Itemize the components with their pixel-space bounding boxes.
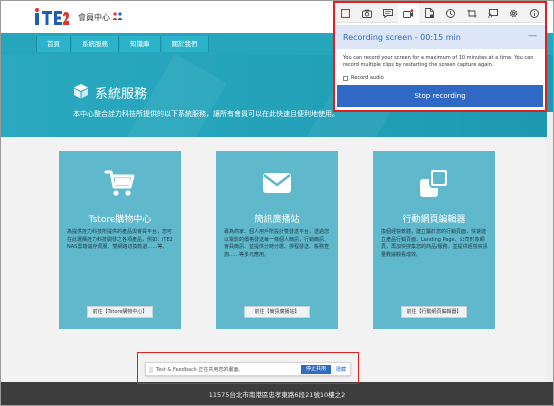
record-audio-checkbox[interactable]: Record audio: [343, 75, 384, 81]
checkbox-box[interactable]: [343, 75, 348, 81]
clock-icon[interactable]: [440, 3, 461, 23]
document-icon[interactable]: [419, 3, 440, 23]
stop-sharing-button[interactable]: 停止共用: [301, 365, 331, 374]
recording-status: Recording screen - 00:15 min: [343, 33, 461, 42]
nav-home[interactable]: 首頁: [36, 36, 71, 52]
site-footer: 11575台北市南港區忠孝東路6段21號10樓之2: [1, 382, 553, 405]
go-web-editor-button[interactable]: 前往【行動網頁編輯器】: [401, 306, 467, 318]
recorder-header: Recording screen - 00:15 min —: [335, 25, 545, 49]
minimize-button[interactable]: —: [528, 31, 537, 41]
recording-separator: -: [412, 33, 421, 42]
video-record-icon[interactable]: [398, 3, 419, 23]
page-title: 系統服務: [95, 87, 148, 102]
card-title: 行動網頁編輯器: [402, 215, 466, 225]
camera-icon[interactable]: [356, 3, 377, 23]
envelope-icon: [263, 173, 291, 193]
screen-share-bar: Test & Feedback 正在共用您的畫面。 停止共用 隱藏: [145, 362, 351, 376]
member-center-label: 會員中心: [78, 13, 110, 22]
footer-address: 11575台北市南港區忠孝東路6段21號10樓之2: [208, 391, 346, 399]
hide-button[interactable]: 隱藏: [336, 366, 346, 373]
recorder-toolbar: [335, 3, 545, 23]
people-icon: [112, 12, 123, 20]
card-title: Tstore購物中心: [88, 215, 152, 225]
go-tstore-button[interactable]: 前往【Tstore購物中心】: [87, 306, 153, 318]
stop-square-icon[interactable]: [335, 3, 356, 23]
cast-icon[interactable]: [482, 3, 503, 23]
recording-timer: 00:15 min: [420, 33, 461, 42]
comment-icon[interactable]: [377, 3, 398, 23]
card-description: 為提供詮力科技所提供的產品與會員平台，您可在此選購詮力科技開發之各項產品，例如：…: [67, 229, 173, 250]
page-subtitle: 本中心整合詮力科技所提供的以下系統服務，讓所有會員可以在此快速且便利地使用。: [73, 110, 339, 118]
info-icon[interactable]: [524, 3, 545, 23]
nav-knowledge-base[interactable]: 知識庫: [120, 36, 161, 52]
cube-icon: [74, 84, 88, 99]
service-card-sms: 簡訊廣播站 專為商家、個人用戶所設計雙發送平台，透過您以電影的價格發送每一條個人…: [216, 151, 338, 329]
go-sms-button[interactable]: 前往【簡訊廣播站】: [244, 306, 310, 318]
recording-title: Recording screen: [343, 33, 413, 42]
card-title: 簡訊廣播站: [254, 215, 300, 225]
recorder-panel: Recording screen - 00:15 min — You can r…: [335, 3, 545, 110]
service-card-web-editor: 行動網頁編輯器 換個經營軟體，建立屬於您的行銷頁面，快速建立產品行銷頁面、Lan…: [373, 151, 495, 329]
scrollbar[interactable]: [547, 112, 553, 382]
shopping-cart-icon: [104, 170, 135, 196]
drag-handle-icon[interactable]: [149, 367, 153, 373]
stop-recording-button[interactable]: Stop recording: [337, 85, 543, 107]
record-audio-label: Record audio: [351, 75, 384, 81]
card-description: 換個經營軟體，建立屬於您的行銷頁面，快速建立產品行銷頁面、Landing Pag…: [381, 229, 488, 258]
service-card-tstore: Tstore購物中心 為提供詮力科技所提供的產品與會員平台，您可在此選購詮力科技…: [59, 151, 181, 329]
nav-system-services[interactable]: 系統服務: [72, 36, 119, 52]
clone-icon: [420, 168, 449, 197]
card-description: 專為商家、個人用戶所設計雙發送平台，透過您以電影的價格發送每一條個人簡訊，行銷簡…: [224, 229, 330, 258]
recorder-description: You can record your screen for a maximum…: [343, 55, 534, 68]
ite2-logo[interactable]: [34, 7, 70, 27]
services-section: Tstore購物中心 為提供詮力科技所提供的產品與會員平台，您可在此選購詮力科技…: [1, 137, 553, 382]
crop-icon[interactable]: [461, 3, 482, 23]
share-status-text: Test & Feedback 正在共用您的畫面。: [156, 367, 244, 373]
gear-icon[interactable]: [503, 3, 524, 23]
nav-about-us[interactable]: 關於我們: [161, 36, 209, 52]
